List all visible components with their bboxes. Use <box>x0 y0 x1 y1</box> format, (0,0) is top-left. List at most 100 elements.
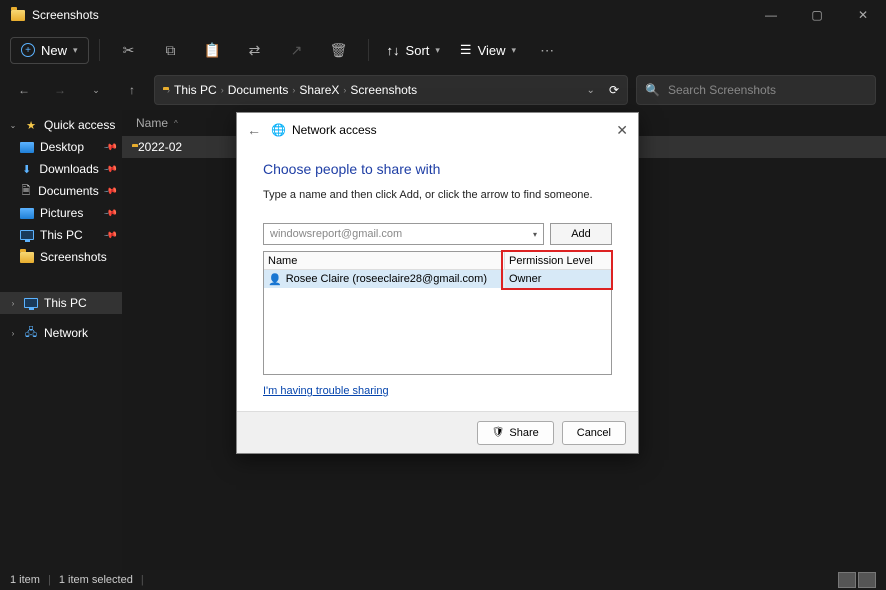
sidebar-item-screenshots[interactable]: Screenshots <box>0 246 122 268</box>
window-title: Screenshots <box>32 8 99 22</box>
folder-icon <box>10 7 26 23</box>
dialog-title: Network access <box>292 123 377 137</box>
cut-icon[interactable]: ✂ <box>110 35 148 65</box>
chevron-down-icon[interactable]: ⌄ <box>587 85 595 96</box>
shield-icon: 🛡 <box>492 427 505 438</box>
share-button[interactable]: 🛡 Share <box>477 421 554 445</box>
monitor-icon <box>20 228 34 242</box>
sort-label: Sort <box>406 43 430 58</box>
column-permission[interactable]: Permission Level <box>505 252 611 269</box>
desktop-icon <box>20 140 34 154</box>
pin-icon: 📌 <box>103 161 118 176</box>
sidebar-thispc[interactable]: › This PC <box>0 292 122 314</box>
download-icon: ⬇ <box>20 162 33 176</box>
status-bar: 1 item | 1 item selected | <box>0 570 886 590</box>
picture-icon <box>20 206 34 220</box>
sidebar-label: Network <box>44 326 88 340</box>
network-access-dialog: ← 🌐 Network access ✕ Choose people to sh… <box>236 112 639 454</box>
chevron-down-icon[interactable]: ▾ <box>533 230 537 239</box>
sidebar-label: Screenshots <box>40 250 107 264</box>
breadcrumb[interactable]: Documents <box>228 83 289 97</box>
permission-row[interactable]: 👤 Rosee Claire (roseeclaire28@gmail.com)… <box>264 270 611 288</box>
chevron-down-icon: ▾ <box>512 45 517 56</box>
chevron-down-icon: ▾ <box>73 45 78 56</box>
chevron-right-icon[interactable]: › <box>8 329 18 338</box>
monitor-icon <box>24 296 38 310</box>
sidebar-item-thispc[interactable]: This PC 📌 <box>0 224 122 246</box>
sidebar-label: This PC <box>40 228 83 242</box>
trouble-sharing-link[interactable]: I'm having trouble sharing <box>263 385 389 397</box>
dialog-heading: Choose people to share with <box>263 161 612 177</box>
more-icon[interactable]: ⋯ <box>528 35 566 65</box>
sort-button[interactable]: ↑↓ Sort ▾ <box>379 38 448 63</box>
user-icon: 👤 <box>268 273 282 286</box>
input-value: windowsreport@gmail.com <box>270 228 402 240</box>
column-name[interactable]: Name ^ <box>136 116 178 130</box>
search-placeholder: Search Screenshots <box>668 83 776 97</box>
titlebar: Screenshots — ▢ ✕ <box>0 0 886 30</box>
network-icon: 🖧 <box>24 326 38 340</box>
user-name: Rosee Claire (roseeclaire28@gmail.com) <box>286 273 487 285</box>
new-button[interactable]: + New ▾ <box>10 37 89 64</box>
forward-button[interactable]: → <box>46 76 74 104</box>
pin-icon: 📌 <box>103 139 118 154</box>
pin-icon: 📌 <box>103 183 118 198</box>
sidebar-quick-access[interactable]: ⌄ ★ Quick access <box>0 114 122 136</box>
breadcrumb[interactable]: This PC <box>174 83 217 97</box>
chevron-right-icon[interactable]: › <box>8 299 18 308</box>
sort-asc-icon: ^ <box>174 119 178 128</box>
search-icon: 🔍 <box>645 83 660 97</box>
new-label: New <box>41 43 67 58</box>
chevron-down-icon[interactable]: ⌄ <box>8 121 18 130</box>
column-name[interactable]: Name <box>264 252 505 269</box>
close-button[interactable]: ✕ <box>840 0 886 30</box>
delete-icon[interactable]: 🗑 <box>320 35 358 65</box>
sidebar-network[interactable]: › 🖧 Network <box>0 322 122 344</box>
view-button[interactable]: ☰ View ▾ <box>452 37 524 63</box>
sidebar-label: Pictures <box>40 206 83 220</box>
sidebar-item-pictures[interactable]: Pictures 📌 <box>0 202 122 224</box>
star-icon: ★ <box>24 118 38 132</box>
sidebar-label: This PC <box>44 296 87 310</box>
sort-icon: ↑↓ <box>387 43 400 58</box>
breadcrumb[interactable]: Screenshots <box>350 83 417 97</box>
sidebar-item-desktop[interactable]: Desktop 📌 <box>0 136 122 158</box>
refresh-icon[interactable]: ⟳ <box>609 83 619 97</box>
address-bar[interactable]: › This PC › Documents › ShareX › Screens… <box>154 75 628 105</box>
item-selected: 1 item selected <box>59 574 133 586</box>
rename-icon[interactable]: ⇄ <box>236 35 274 65</box>
file-name: 2022-02 <box>138 140 182 154</box>
minimize-button[interactable]: — <box>748 0 794 30</box>
sidebar-item-documents[interactable]: 🗎 Documents 📌 <box>0 180 122 202</box>
cancel-button[interactable]: Cancel <box>562 421 626 445</box>
dialog-back-button[interactable]: ← <box>247 122 261 138</box>
folder-icon <box>20 250 34 264</box>
details-view-icon[interactable] <box>838 572 856 588</box>
sidebar-item-downloads[interactable]: ⬇ Downloads 📌 <box>0 158 122 180</box>
view-label: View <box>478 43 506 58</box>
add-button[interactable]: Add <box>550 223 612 245</box>
permission-value: Owner <box>505 270 611 288</box>
maximize-button[interactable]: ▢ <box>794 0 840 30</box>
recent-button[interactable]: ⌄ <box>82 76 110 104</box>
plus-icon: + <box>21 43 35 57</box>
pin-icon: 📌 <box>103 227 118 242</box>
copy-icon[interactable]: ⧉ <box>152 35 190 65</box>
search-input[interactable]: 🔍 Search Screenshots <box>636 75 876 105</box>
sidebar-label: Downloads <box>39 162 98 176</box>
network-icon: 🌐 <box>271 123 286 137</box>
document-icon: 🗎 <box>20 184 32 198</box>
pin-icon: 📌 <box>103 205 118 220</box>
nav-row: ← → ⌄ ↑ › This PC › Documents › ShareX ›… <box>0 70 886 110</box>
sidebar: ⌄ ★ Quick access Desktop 📌 ⬇ Downloads 📌… <box>0 110 122 570</box>
dialog-subtitle: Type a name and then click Add, or click… <box>263 189 612 201</box>
dialog-close-button[interactable]: ✕ <box>616 122 628 139</box>
share-name-input[interactable]: windowsreport@gmail.com ▾ <box>263 223 544 245</box>
sidebar-label: Desktop <box>40 140 84 154</box>
thumbnails-view-icon[interactable] <box>858 572 876 588</box>
paste-icon[interactable]: 📋 <box>194 35 232 65</box>
breadcrumb[interactable]: ShareX <box>299 83 339 97</box>
up-button[interactable]: ↑ <box>118 76 146 104</box>
share-icon[interactable]: ↗ <box>278 35 316 65</box>
back-button[interactable]: ← <box>10 76 38 104</box>
